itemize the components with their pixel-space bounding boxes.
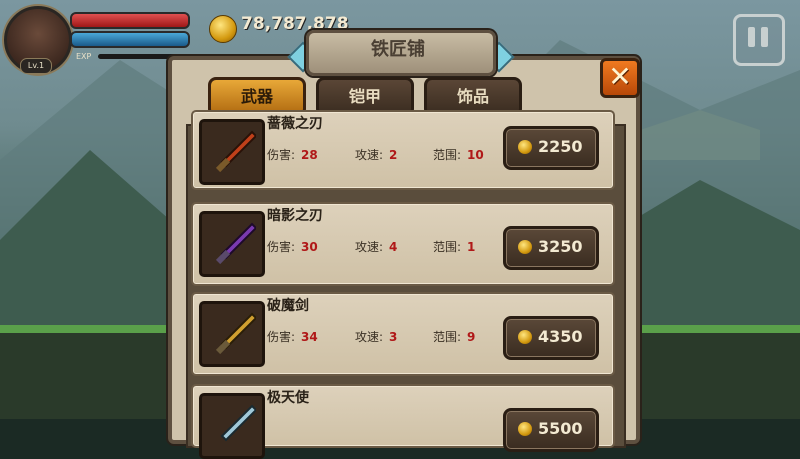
damage-stat: 伤害: 34 xyxy=(267,330,318,344)
list-item[interactable]: 暗影之刃 伤害: 30 攻速: 4 范围: 1 3250 xyxy=(191,202,615,286)
range-stat: 范围: 9 xyxy=(433,330,476,344)
coin-icon xyxy=(518,140,532,154)
pause-button[interactable] xyxy=(733,14,785,66)
weapon-icon xyxy=(199,393,265,459)
speed-stat: 攻速: 2 xyxy=(355,148,398,162)
coin-icon xyxy=(518,240,532,254)
shop-title: 铁匠铺 xyxy=(371,39,425,60)
weapon-icon xyxy=(199,301,265,367)
buy-button[interactable]: 5500 xyxy=(503,408,599,452)
item-name: 破魔剑 xyxy=(267,298,309,314)
mp-bar xyxy=(70,31,190,48)
buy-button[interactable]: 4350 xyxy=(503,316,599,360)
hp-bar xyxy=(70,12,190,29)
speed-stat: 攻速: 4 xyxy=(355,240,398,254)
close-button[interactable]: ✕ xyxy=(600,58,640,98)
list-item[interactable]: 极天使 5500 xyxy=(191,384,615,459)
weapon-icon xyxy=(199,211,265,277)
level-badge: Lv.1 xyxy=(20,58,52,74)
item-name: 暗影之刃 xyxy=(267,208,323,224)
coin-icon xyxy=(518,422,532,436)
damage-stat: 伤害: 28 xyxy=(267,148,318,162)
item-name: 蔷薇之刃 xyxy=(267,116,323,132)
coin-icon xyxy=(518,330,532,344)
list-item[interactable]: 破魔剑 伤害: 34 攻速: 3 范围: 9 4350 xyxy=(191,292,615,376)
damage-stat: 伤害: 30 xyxy=(267,240,318,254)
buy-button[interactable]: 2250 xyxy=(503,126,599,170)
exp-label: EXP xyxy=(76,52,92,61)
sword-blade xyxy=(220,404,256,442)
buy-button[interactable]: 3250 xyxy=(503,226,599,270)
gold-coin-icon xyxy=(209,15,237,43)
range-stat: 范围: 1 xyxy=(433,240,476,254)
list-item[interactable]: 蔷薇之刃 伤害: 28 攻速: 2 范围: 10 2250 xyxy=(191,110,615,190)
item-name: 极天使 xyxy=(267,390,309,406)
speed-stat: 攻速: 3 xyxy=(355,330,398,344)
range-stat: 范围: 10 xyxy=(433,148,484,162)
weapon-icon xyxy=(199,119,265,185)
